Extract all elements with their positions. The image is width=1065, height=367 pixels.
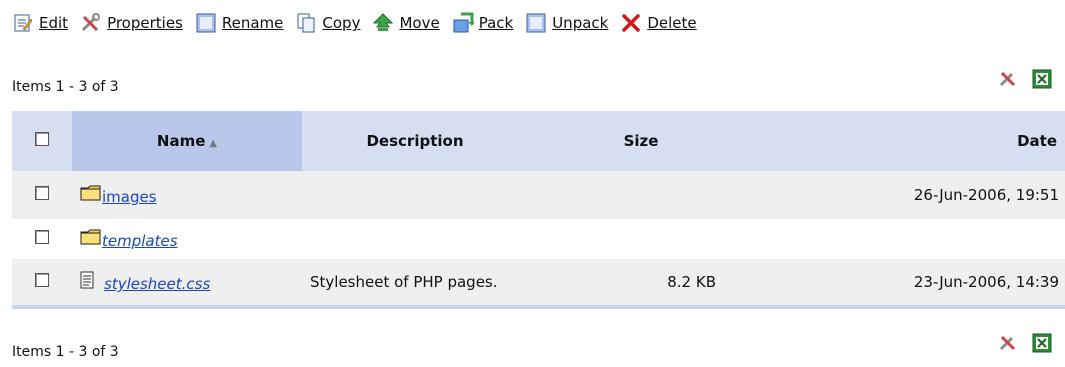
table-header-row: Name ▲ Description Size Date [12,111,1065,171]
file-link[interactable]: images [102,188,157,206]
folder-icon [80,184,102,206]
delete-button[interactable]: Delete [620,12,697,34]
table-footer-bar [12,305,1065,309]
size-cell [528,219,754,259]
move-label: Move [399,14,440,32]
move-button[interactable]: Move [372,12,440,34]
copy-button[interactable]: Copy [295,12,360,34]
pager-bottom: Items 1 - 3 of 3 [12,344,119,360]
tools-icon[interactable] [997,68,1019,90]
description-cell [302,171,528,219]
table-row: stylesheet.css Stylesheet of PHP pages. … [12,259,1065,305]
date-cell: 26-Jun-2006, 19:51 [754,171,1065,219]
row-checkbox[interactable] [35,186,49,200]
properties-button[interactable]: Properties [80,12,183,34]
file-link[interactable]: stylesheet.css [104,275,210,293]
edit-button[interactable]: Edit [12,12,68,34]
size-cell: 8.2 KB [528,259,754,305]
unpack-button[interactable]: Unpack [525,12,608,34]
file-table: Name ▲ Description Size Date images 26-Ju… [12,111,1065,309]
date-cell: 23-Jun-2006, 14:39 [754,259,1065,305]
size-cell [528,171,754,219]
table-row: templates [12,219,1065,259]
copy-label: Copy [322,14,361,32]
description-header-label: Description [366,132,464,150]
description-cell: Stylesheet of PHP pages. [302,259,528,305]
tools-top [985,68,1053,90]
pack-button[interactable]: Pack [452,12,514,34]
pack-label: Pack [478,14,514,32]
name-header-label: Name [156,132,206,150]
copy-icon [295,12,317,34]
select-all-cell [12,111,72,171]
pager-top: Items 1 - 3 of 3 [12,79,119,95]
unpack-icon [525,12,547,34]
properties-label: Properties [107,14,183,32]
file-link[interactable]: templates [102,232,178,250]
row-checkbox[interactable] [35,230,49,244]
date-header-label: Date [1017,132,1057,150]
move-icon [372,12,394,34]
rename-icon [195,12,217,34]
column-header-size[interactable]: Size [528,111,754,171]
table-row: images 26-Jun-2006, 19:51 [12,171,1065,219]
excel-export-icon[interactable] [1031,68,1053,90]
delete-label: Delete [647,14,697,32]
tools-icon[interactable] [997,332,1019,354]
tools-icon [80,12,102,34]
rename-button[interactable]: Rename [195,12,284,34]
column-header-date[interactable]: Date [754,111,1065,171]
rename-label: Rename [221,14,284,32]
sort-ascending-icon: ▲ [209,138,218,149]
toolbar: Edit Properties Rename Copy Move Pack Un… [12,8,709,38]
edit-icon [12,12,34,34]
date-cell [754,219,1065,259]
edit-label: Edit [39,14,69,32]
excel-export-icon[interactable] [1031,332,1053,354]
select-all-checkbox[interactable] [35,132,49,146]
pack-icon [452,12,474,34]
unpack-label: Unpack [552,14,609,32]
column-header-description[interactable]: Description [302,111,528,171]
folder-icon [80,228,102,250]
text-file-icon [80,271,94,293]
column-header-name[interactable]: Name ▲ [72,111,302,171]
row-checkbox[interactable] [35,273,49,287]
size-header-label: Size [623,132,659,150]
tools-bottom [985,332,1053,354]
delete-icon [620,12,642,34]
description-cell [302,219,528,259]
